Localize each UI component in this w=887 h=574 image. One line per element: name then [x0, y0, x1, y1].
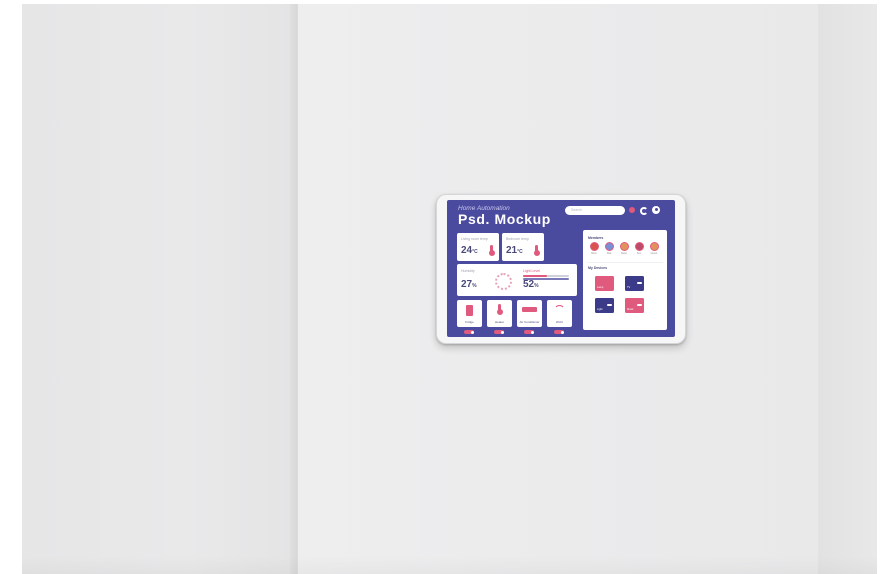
device-card-lamp[interactable]: Lamp [595, 276, 614, 291]
device-toggle-wifi[interactable] [554, 330, 564, 334]
my-devices-title: My Devices [588, 266, 608, 270]
app-title: Psd. Mockup [458, 211, 551, 227]
device-tile-ac[interactable]: Air Conditioner [517, 300, 542, 327]
section-divider [587, 262, 663, 263]
device-label: Heater [494, 320, 504, 324]
device-card-tv[interactable]: TV [625, 276, 644, 291]
device-card-label: Lamp [597, 286, 604, 289]
wall-panel-left [22, 4, 297, 574]
device-card-label: Music [627, 308, 634, 311]
member-name: Dad [606, 252, 612, 255]
device-card-label: TV [627, 286, 631, 289]
wall-floor-shadow [22, 556, 877, 574]
avatar[interactable] [605, 242, 614, 251]
living-temp-value: 24°C [461, 245, 478, 256]
device-card-music[interactable]: Music [625, 298, 644, 313]
device-toggle-ac[interactable] [524, 330, 534, 334]
device-tile-heater[interactable]: Heater [487, 300, 512, 327]
device-tile-fridge[interactable]: Fridge [457, 300, 482, 327]
thermometer-icon [488, 245, 495, 256]
avatar[interactable] [650, 242, 659, 251]
device-label: Air Conditioner [519, 320, 540, 324]
members-card: Members Mom Dad Sister Son Guest My Devi… [583, 230, 667, 330]
device-card-label: Light [597, 308, 603, 311]
search-input[interactable]: Search [565, 206, 625, 215]
sync-icon[interactable] [640, 207, 648, 215]
thermometer-icon [533, 245, 540, 256]
light-level-bar-fill [523, 275, 547, 277]
member-name: Sister [620, 252, 628, 255]
members-title: Members [588, 236, 604, 240]
user-icon[interactable] [652, 206, 660, 214]
device-toggle[interactable] [637, 282, 642, 284]
avatar[interactable] [620, 242, 629, 251]
wifi-icon [554, 305, 565, 316]
device-tile-wifi[interactable]: Wi-Fi [547, 300, 572, 327]
avatar[interactable] [590, 242, 599, 251]
wall-panel-right [818, 4, 877, 574]
device-toggle-heater[interactable] [494, 330, 504, 334]
light-level-value: 52% [523, 279, 539, 290]
bed-temp-label: Bedroom temp [506, 237, 529, 241]
device-toggle[interactable] [607, 304, 612, 306]
avatar[interactable] [635, 242, 644, 251]
wall-panel-edge [290, 4, 298, 574]
bell-icon[interactable] [629, 207, 635, 213]
device-card-light[interactable]: Light [595, 298, 614, 313]
humidity-label: Humidity [461, 269, 475, 273]
living-temp-card[interactable]: Living room temp 24°C [457, 233, 499, 261]
device-toggle-fridge[interactable] [464, 330, 474, 334]
humidity-light-card[interactable]: Humidity 27% Light Level 52% [457, 264, 577, 296]
thermometer-icon [496, 304, 503, 315]
fridge-icon [466, 305, 473, 316]
light-level-label: Light Level [523, 269, 540, 273]
member-name: Guest [650, 252, 658, 255]
tablet-device: Home Automation Psd. Mockup Search Livin… [436, 194, 686, 344]
member-name: Mom [591, 252, 597, 255]
member-name: Son [636, 252, 642, 255]
bed-temp-card[interactable]: Bedroom temp 21°C [502, 233, 544, 261]
device-toggle[interactable] [637, 304, 642, 306]
tablet-screen: Home Automation Psd. Mockup Search Livin… [447, 200, 675, 337]
device-label: Wi-Fi [556, 320, 563, 324]
bed-temp-value: 21°C [506, 245, 523, 256]
humidity-value: 27% [461, 279, 477, 290]
living-temp-label: Living room temp [461, 237, 488, 241]
ac-icon [522, 307, 537, 312]
gauge-icon [495, 273, 512, 290]
device-label: Fridge [465, 320, 474, 324]
